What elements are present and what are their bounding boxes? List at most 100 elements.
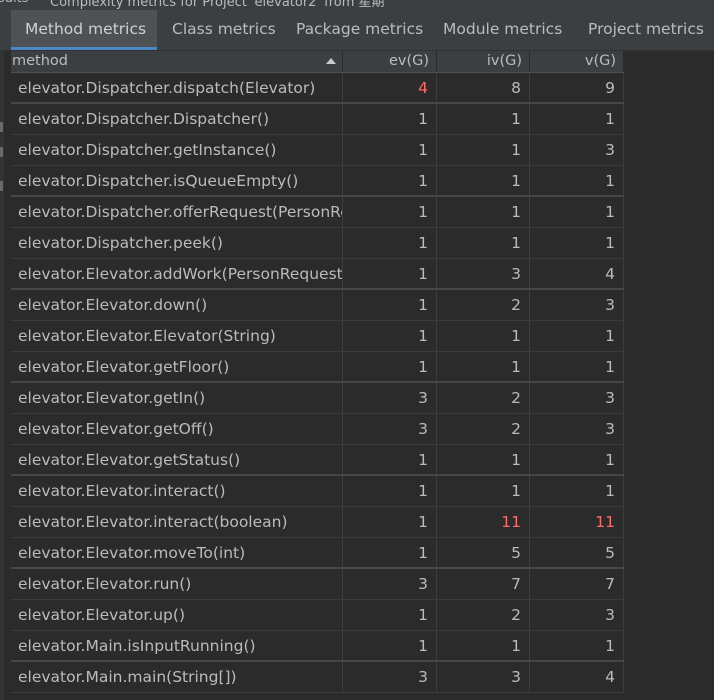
left-tool-gutter [0,51,4,700]
ev-value-cell: 1 [343,352,437,381]
v-value-cell: 7 [530,569,624,599]
table-row[interactable]: elevator.Elevator.run() 3 7 7 [11,569,624,600]
table-row[interactable]: elevator.Dispatcher.getInstance() 1 1 3 [11,135,624,166]
method-name-cell: elevator.Elevator.interact(boolean) [11,507,343,537]
iv-value-cell: 1 [437,197,530,227]
table-row[interactable]: elevator.Elevator.getFloor() 1 1 1 [11,352,624,383]
method-name-cell: elevator.Elevator.up() [11,600,343,630]
v-value-cell: 1 [530,352,624,381]
ev-value-cell: 4 [343,73,437,102]
ev-value-cell: 1 [343,445,437,474]
column-header-label: method [12,53,68,69]
ev-value-cell: 1 [343,228,437,258]
ev-value-cell: 1 [343,290,437,320]
v-value-cell: 3 [530,135,624,165]
v-value-cell: 11 [530,507,624,537]
table-row[interactable]: elevator.Elevator.interact(boolean) 1 11 11 [11,507,624,538]
ev-value-cell: 3 [343,569,437,599]
method-name-cell: elevator.Dispatcher.dispatch(Elevator) [11,73,343,102]
column-header-ev[interactable]: ev(G) [343,51,437,72]
ev-value-cell: 1 [343,259,437,288]
table-row[interactable]: elevator.Elevator.moveTo(int) 1 5 5 [11,538,624,569]
v-value-cell: 1 [530,104,624,134]
iv-value-cell: 1 [437,476,530,506]
method-name-cell: elevator.Dispatcher.peek() [11,228,343,258]
iv-value-cell: 1 [437,135,530,165]
iv-value-cell: 1 [437,631,530,660]
ev-value-cell: 1 [343,166,437,195]
iv-value-cell: 1 [437,104,530,134]
method-name-cell: elevator.Elevator.interact() [11,476,343,506]
method-metrics-table: method ev(G) iv(G) v(G) elevator.Dispatc… [11,51,624,693]
tab-module-metrics[interactable]: Module metrics [443,10,562,50]
tab-package-metrics[interactable]: Package metrics [296,10,423,50]
table-row[interactable]: elevator.Elevator.interact() 1 1 1 [11,476,624,507]
method-name-cell: elevator.Elevator.addWork(PersonRequest) [11,259,343,288]
v-value-cell: 9 [530,73,624,102]
method-name-cell: elevator.Elevator.run() [11,569,343,599]
iv-value-cell: 1 [437,166,530,195]
gutter-marker [0,122,3,132]
ev-value-cell: 3 [343,383,437,413]
table-row[interactable]: elevator.Elevator.getIn() 3 2 3 [11,383,624,414]
v-value-cell: 1 [530,197,624,227]
table-header: method ev(G) iv(G) v(G) [11,51,624,73]
iv-value-cell: 2 [437,383,530,413]
iv-value-cell: 1 [437,352,530,381]
method-name-cell: elevator.Dispatcher.isQueueEmpty() [11,166,343,195]
table-row[interactable]: elevator.Elevator.addWork(PersonRequest)… [11,259,624,290]
table-row[interactable]: elevator.Dispatcher.dispatch(Elevator) 4 8… [11,73,624,104]
table-row[interactable]: elevator.Dispatcher.Dispatcher() 1 1 1 [11,104,624,135]
method-name-cell: elevator.Elevator.getStatus() [11,445,343,474]
ev-value-cell: 1 [343,476,437,506]
table-row[interactable]: elevator.Elevator.down() 1 2 3 [11,290,624,321]
column-header-iv[interactable]: iv(G) [437,51,530,72]
ev-value-cell: 1 [343,197,437,227]
iv-value-cell: 1 [437,445,530,474]
method-name-cell: elevator.Main.main(String[]) [11,662,343,692]
tab-project-metrics[interactable]: Project metrics [588,10,704,50]
iv-value-cell: 8 [437,73,530,102]
method-name-cell: elevator.Dispatcher.getInstance() [11,135,343,165]
v-value-cell: 1 [530,476,624,506]
iv-value-cell: 2 [437,600,530,630]
table-row[interactable]: elevator.Main.main(String[]) 3 3 4 [11,662,624,693]
method-name-cell: elevator.Dispatcher.Dispatcher() [11,104,343,134]
table-row[interactable]: elevator.Dispatcher.isQueueEmpty() 1 1 1 [11,166,624,197]
tab-method-metrics[interactable]: Method metrics [11,10,157,50]
table-row[interactable]: elevator.Elevator.up() 1 2 3 [11,600,624,631]
ev-value-cell: 3 [343,662,437,692]
method-name-cell: elevator.Elevator.getOff() [11,414,343,444]
ev-value-cell: 1 [343,321,437,351]
table-row[interactable]: elevator.Dispatcher.offerRequest(PersonR… [11,197,624,228]
v-value-cell: 1 [530,321,624,351]
v-value-cell: 1 [530,445,624,474]
column-header-method[interactable]: method [11,51,343,72]
iv-value-cell: 3 [437,259,530,288]
v-value-cell: 1 [530,631,624,660]
gutter-marker [0,181,3,191]
v-value-cell: 3 [530,383,624,413]
table-row[interactable]: elevator.Dispatcher.peek() 1 1 1 [11,228,624,259]
iv-value-cell: 1 [437,321,530,351]
method-name-cell: elevator.Elevator.moveTo(int) [11,538,343,567]
iv-value-cell: 2 [437,290,530,320]
table-row[interactable]: elevator.Elevator.Elevator(String) 1 1 1 [11,321,624,352]
table-body: elevator.Dispatcher.dispatch(Elevator) 4 8… [11,73,624,693]
ev-value-cell: 1 [343,104,437,134]
method-name-cell: elevator.Elevator.down() [11,290,343,320]
method-name-cell: elevator.Dispatcher.offerRequest(PersonR… [11,197,343,227]
ev-value-cell: 1 [343,507,437,537]
tab-class-metrics[interactable]: Class metrics [172,10,276,50]
table-row[interactable]: elevator.Main.isInputRunning() 1 1 1 [11,631,624,662]
iv-value-cell: 2 [437,414,530,444]
table-row[interactable]: elevator.Elevator.getOff() 3 2 3 [11,414,624,445]
window-title-strip: sults Complexity metrics for Project 'el… [0,0,714,10]
column-header-v[interactable]: v(G) [530,51,624,72]
method-name-cell: elevator.Elevator.getFloor() [11,352,343,381]
iv-value-cell: 3 [437,662,530,692]
iv-value-cell: 11 [437,507,530,537]
table-row[interactable]: elevator.Elevator.getStatus() 1 1 1 [11,445,624,476]
panel-title-fragment: Complexity metrics for Project 'elevator… [50,0,385,10]
v-value-cell: 1 [530,166,624,195]
